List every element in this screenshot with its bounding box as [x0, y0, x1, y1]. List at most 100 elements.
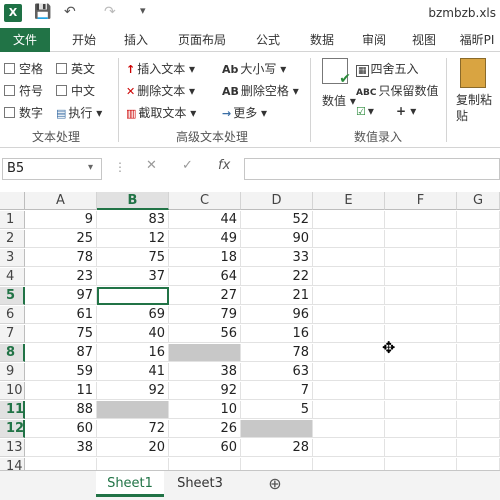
row-header[interactable]: 7 [0, 325, 25, 343]
checkbox-english[interactable]: 英文 [56, 60, 95, 77]
table-cell[interactable] [457, 382, 500, 400]
table-cell[interactable]: 97 [25, 287, 97, 305]
table-cell[interactable]: 83 [97, 211, 169, 229]
table-cell[interactable]: 10 [169, 401, 241, 419]
table-cell[interactable] [385, 249, 457, 267]
table-cell[interactable] [385, 401, 457, 419]
table-cell[interactable]: 33 [241, 249, 313, 267]
table-cell[interactable] [457, 439, 500, 457]
table-cell[interactable] [385, 306, 457, 324]
table-cell[interactable]: 78 [25, 249, 97, 267]
tab-page-layout[interactable]: 页面布局 [170, 28, 234, 52]
table-cell[interactable] [313, 420, 385, 438]
table-cell[interactable] [97, 401, 169, 419]
table-cell[interactable] [313, 306, 385, 324]
table-cell[interactable]: 25 [25, 230, 97, 248]
table-cell[interactable] [385, 211, 457, 229]
table-cell[interactable] [385, 325, 457, 343]
tab-data[interactable]: 数据 [300, 28, 344, 52]
column-header-d[interactable]: D [241, 192, 313, 210]
table-cell[interactable] [457, 230, 500, 248]
row-header[interactable]: 10 [0, 382, 25, 400]
name-box[interactable]: B5 [2, 158, 102, 180]
table-cell[interactable]: 92 [169, 382, 241, 400]
table-cell[interactable]: 63 [241, 363, 313, 381]
check-dropdown-button[interactable]: ☑ ▾ [356, 104, 374, 118]
table-cell[interactable]: 79 [169, 306, 241, 324]
table-cell[interactable]: 52 [241, 211, 313, 229]
tab-insert[interactable]: 插入 [114, 28, 158, 52]
table-cell[interactable] [457, 401, 500, 419]
table-cell[interactable]: 60 [169, 439, 241, 457]
execute-button[interactable]: ▤ 执行 ▾ [56, 104, 102, 121]
undo-icon[interactable]: ↶ [64, 4, 76, 20]
table-cell[interactable] [385, 420, 457, 438]
row-header[interactable]: 8 [0, 344, 25, 362]
table-cell[interactable]: 5 [241, 401, 313, 419]
table-cell[interactable]: 20 [97, 439, 169, 457]
table-cell[interactable]: 12 [97, 230, 169, 248]
tab-formulas[interactable]: 公式 [246, 28, 290, 52]
table-cell[interactable] [313, 211, 385, 229]
row-header[interactable]: 5 [0, 287, 25, 305]
keep-value-button[interactable]: ABC 只保留数值 [356, 82, 438, 99]
table-cell[interactable]: 90 [241, 230, 313, 248]
table-cell[interactable]: 9 [25, 211, 97, 229]
table-cell[interactable]: 26 [169, 420, 241, 438]
table-cell[interactable]: 28 [241, 439, 313, 457]
row-header[interactable]: 12 [0, 420, 25, 438]
table-cell[interactable]: 44 [169, 211, 241, 229]
cancel-icon[interactable]: ✕ [146, 158, 157, 180]
row-header[interactable]: 13 [0, 439, 25, 457]
table-cell[interactable]: 49 [169, 230, 241, 248]
active-cell[interactable] [97, 287, 169, 305]
table-cell[interactable] [457, 325, 500, 343]
table-cell[interactable]: 41 [97, 363, 169, 381]
spreadsheet-grid[interactable]: A B C D E F G 1 9 83 44 52 2 25 12 49 90 3 78 75 18 33… [0, 192, 500, 476]
table-cell[interactable] [457, 363, 500, 381]
name-box-dropdown-icon[interactable]: ▾ [88, 162, 93, 173]
add-sheet-icon[interactable]: ⊕ [262, 471, 288, 497]
table-cell[interactable]: 21 [241, 287, 313, 305]
tab-view[interactable]: 视图 [404, 28, 444, 52]
table-cell[interactable] [313, 439, 385, 457]
table-cell[interactable]: 16 [97, 344, 169, 362]
table-cell[interactable]: 38 [25, 439, 97, 457]
value-button[interactable]: 数值 ▾ [322, 92, 356, 109]
table-cell[interactable]: 59 [25, 363, 97, 381]
tab-review[interactable]: 审阅 [354, 28, 394, 52]
table-cell[interactable]: 40 [97, 325, 169, 343]
table-cell[interactable] [241, 420, 313, 438]
column-header-c[interactable]: C [169, 192, 241, 210]
case-button[interactable]: Ab 大小写 ▾ [222, 60, 286, 77]
row-header[interactable]: 6 [0, 306, 25, 324]
table-cell[interactable] [313, 325, 385, 343]
table-cell[interactable] [457, 211, 500, 229]
table-cell[interactable] [457, 268, 500, 286]
column-header-e[interactable]: E [313, 192, 385, 210]
table-cell[interactable] [313, 401, 385, 419]
round-button[interactable]: ▦ 四舍五入 [356, 60, 419, 77]
table-cell[interactable] [385, 230, 457, 248]
table-cell[interactable] [385, 268, 457, 286]
table-cell[interactable] [313, 344, 385, 362]
table-cell[interactable]: 96 [241, 306, 313, 324]
table-cell[interactable]: 72 [97, 420, 169, 438]
tab-foxit[interactable]: 福昕PI [454, 28, 500, 52]
row-header[interactable]: 3 [0, 249, 25, 267]
table-cell[interactable]: 92 [97, 382, 169, 400]
checkbox-chinese[interactable]: 中文 [56, 82, 95, 99]
table-cell[interactable] [457, 344, 500, 362]
customize-qa-icon[interactable]: ▾ [140, 4, 146, 17]
table-cell[interactable]: 78 [241, 344, 313, 362]
table-cell[interactable] [457, 420, 500, 438]
table-cell[interactable] [385, 287, 457, 305]
table-cell[interactable]: 22 [241, 268, 313, 286]
table-cell[interactable]: 56 [169, 325, 241, 343]
table-cell[interactable]: 27 [169, 287, 241, 305]
table-cell[interactable]: 87 [25, 344, 97, 362]
table-cell[interactable] [385, 382, 457, 400]
row-header[interactable]: 4 [0, 268, 25, 286]
more-button[interactable]: → 更多 ▾ [222, 104, 267, 121]
insert-text-button[interactable]: ↑ 插入文本 ▾ [126, 60, 195, 77]
